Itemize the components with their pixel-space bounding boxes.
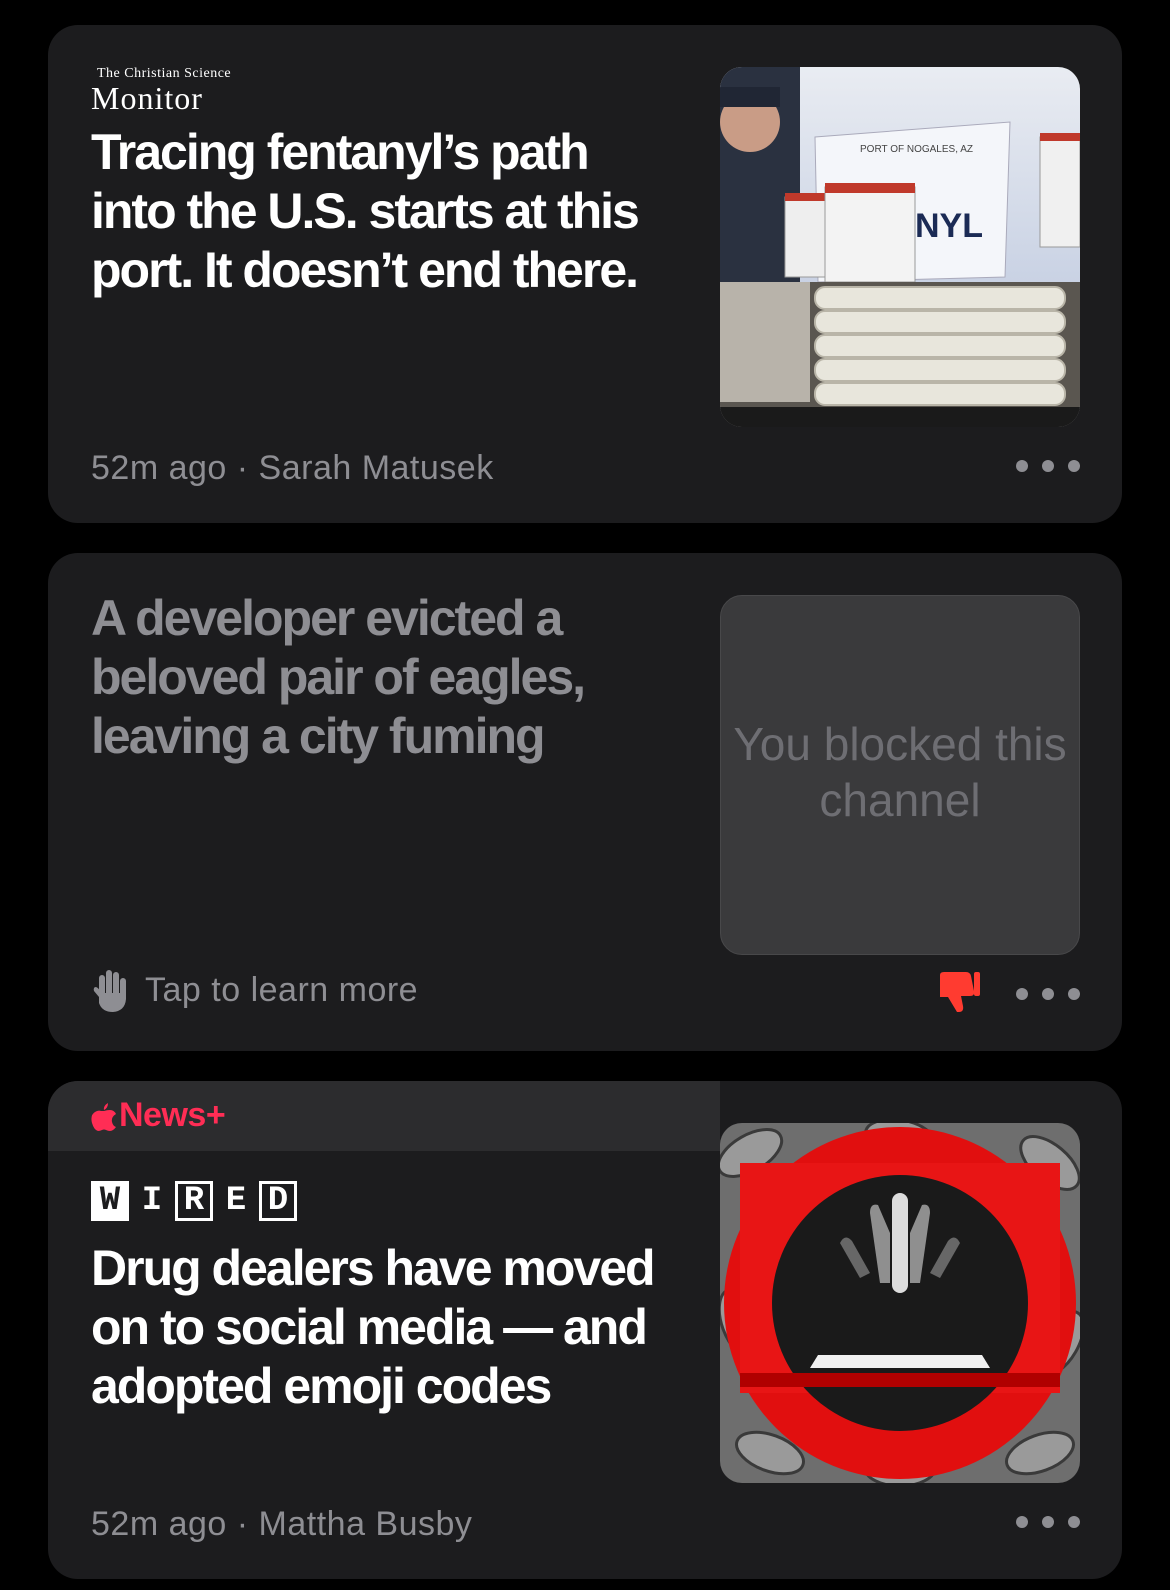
article-headline[interactable]: Drug dealers have moved on to social med… xyxy=(91,1239,661,1416)
hand-icon xyxy=(93,970,126,1012)
more-button[interactable] xyxy=(1016,1502,1080,1542)
wired-letter: R xyxy=(175,1181,213,1221)
more-icon-dot xyxy=(1016,460,1028,472)
source-logo-monitor: The Christian Science Monitor xyxy=(91,66,232,116)
thumbs-down-icon[interactable] xyxy=(936,969,982,1015)
wired-letter: I xyxy=(141,1182,163,1220)
wired-letter: W xyxy=(91,1181,129,1221)
article-card-blocked[interactable]: A developer evicted a beloved pair of ea… xyxy=(48,553,1122,1051)
more-icon-dot xyxy=(1068,1516,1080,1528)
article-meta: 52m ago · Sarah Matusek xyxy=(91,449,494,487)
sign-text: PORT OF NOGALES, AZ xyxy=(860,144,973,155)
more-button[interactable] xyxy=(1016,446,1080,486)
wired-letter: D xyxy=(259,1181,297,1221)
apple-logo-icon xyxy=(91,1102,116,1131)
article-thumbnail[interactable] xyxy=(720,1123,1080,1483)
more-icon-dot xyxy=(1042,988,1054,1000)
article-meta: 52m ago · Mattha Busby xyxy=(91,1505,473,1543)
blocked-channel-text: You blocked this channel xyxy=(733,718,1067,826)
source-logo-wired: W I R E D xyxy=(91,1181,297,1221)
sign-partial-word: NYL xyxy=(915,207,983,245)
news-plus-badge: News+ xyxy=(91,1096,226,1135)
learn-more-text: Tap to learn more xyxy=(145,970,419,1009)
learn-more-link[interactable]: Tap to learn more xyxy=(91,967,418,1013)
blocked-channel-placeholder: You blocked this channel xyxy=(720,595,1080,955)
more-button[interactable] xyxy=(1016,974,1080,1014)
news-plus-text: News+ xyxy=(119,1096,226,1134)
source-logo-big-text: Monitor xyxy=(91,80,203,116)
more-icon-dot xyxy=(1068,460,1080,472)
source-logo-small-text: The Christian Science xyxy=(97,66,232,81)
article-headline[interactable]: A developer evicted a beloved pair of ea… xyxy=(91,589,661,766)
article-headline[interactable]: Tracing fentanyl’s path into the U.S. st… xyxy=(91,123,661,300)
wired-letter: E xyxy=(225,1182,247,1220)
hand-over-phone-illustration xyxy=(720,1123,1080,1483)
more-icon-dot xyxy=(1042,1516,1054,1528)
more-icon-dot xyxy=(1016,1516,1028,1528)
fentanyl-seizure-image: PORT OF NOGALES, AZ NYL xyxy=(720,67,1080,427)
more-icon-dot xyxy=(1016,988,1028,1000)
article-card-wired[interactable]: News+ W I R E D Drug dealers have moved … xyxy=(48,1081,1122,1579)
more-icon-dot xyxy=(1042,460,1054,472)
article-thumbnail[interactable]: PORT OF NOGALES, AZ NYL xyxy=(720,67,1080,427)
more-icon-dot xyxy=(1068,988,1080,1000)
article-card-monitor[interactable]: The Christian Science Monitor Tracing fe… xyxy=(48,25,1122,523)
